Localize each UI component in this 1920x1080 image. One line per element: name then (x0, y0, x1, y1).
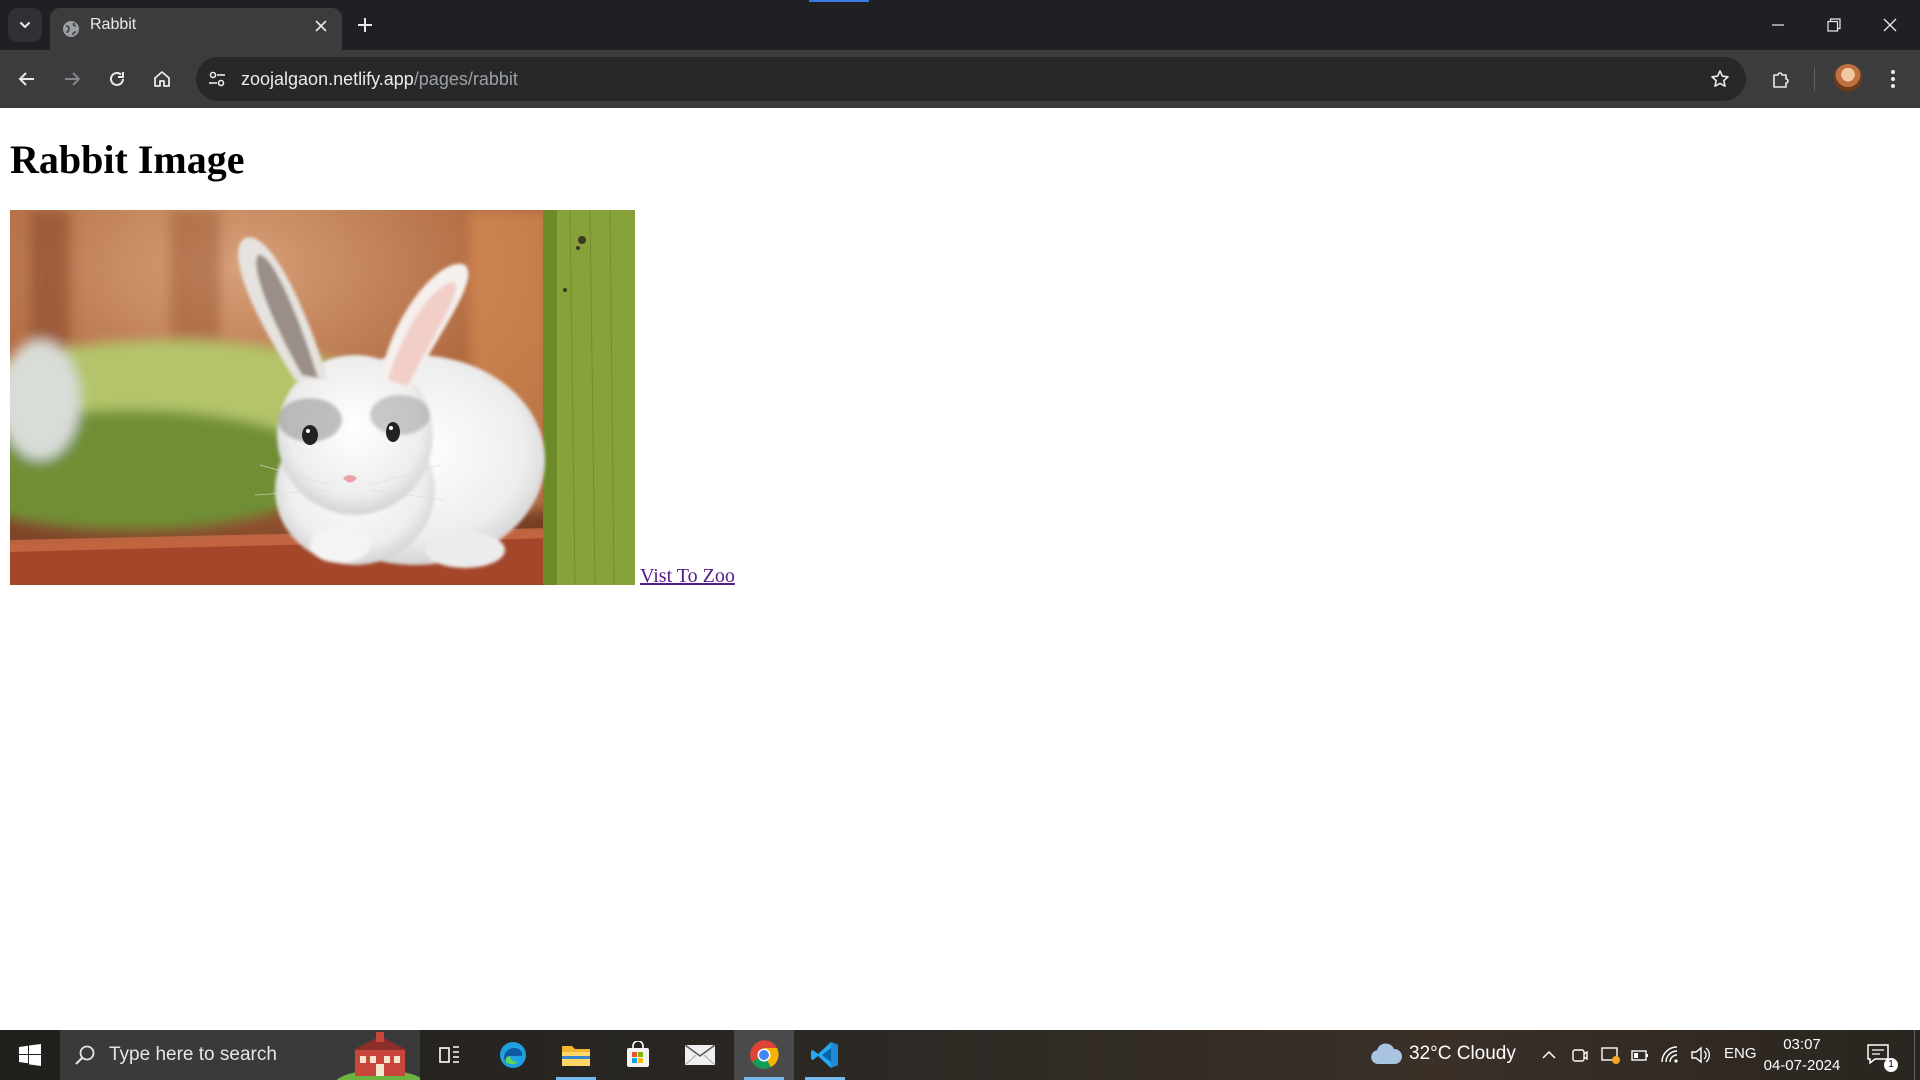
plus-icon (358, 18, 372, 32)
battery-icon[interactable] (1630, 1046, 1650, 1064)
close-icon (1883, 18, 1897, 32)
store-taskbar-button[interactable] (610, 1030, 666, 1080)
show-desktop-button[interactable] (1914, 1030, 1920, 1080)
chevron-down-icon (20, 22, 30, 28)
vscode-icon (811, 1042, 838, 1068)
cloud-icon (1371, 1043, 1402, 1064)
menu-button[interactable] (1875, 61, 1911, 97)
reload-button[interactable] (99, 61, 135, 97)
home-icon (154, 71, 170, 87)
visit-zoo-link[interactable]: Vist To Zoo (640, 565, 735, 588)
tab-title: Rabbit (90, 16, 137, 33)
task-view-button[interactable] (422, 1030, 478, 1080)
notification-badge: 1 (1884, 1058, 1898, 1072)
tune-icon (209, 71, 225, 87)
arrow-left-icon (18, 72, 34, 86)
tab-strip: Rabbit (0, 0, 1920, 50)
minimize-icon (1772, 24, 1784, 26)
toolbar-divider (1814, 67, 1815, 91)
globe-icon (63, 21, 79, 37)
windows-icon (19, 1044, 41, 1066)
page-content: Rabbit Image Vist To Zoo (0, 108, 1920, 1030)
wifi-icon[interactable] (1660, 1045, 1680, 1065)
vscode-taskbar-button[interactable] (797, 1030, 853, 1080)
mail-icon (684, 1044, 716, 1066)
back-button[interactable] (9, 61, 45, 97)
mail-taskbar-button[interactable] (672, 1030, 728, 1080)
page-title: Rabbit Image (10, 137, 245, 182)
show-hidden-icons-button[interactable] (1540, 1046, 1558, 1064)
store-icon (627, 1041, 649, 1067)
url-text: zoojalgaon.netlify.app/pages/rabbit (241, 57, 518, 101)
restore-icon (1827, 18, 1841, 32)
start-button[interactable] (0, 1030, 60, 1080)
close-icon (315, 20, 327, 32)
tab-close-button[interactable] (312, 17, 330, 35)
taskbar: Type here to search 32°C Cloudy ENG 03:0… (0, 1030, 1920, 1080)
site-info-button[interactable] (206, 68, 228, 90)
chrome-taskbar-button[interactable] (734, 1030, 794, 1080)
reload-icon (110, 71, 124, 86)
chrome-icon (750, 1040, 779, 1069)
taskbar-search-box[interactable]: Type here to search (60, 1030, 420, 1080)
arrow-right-icon (65, 72, 81, 86)
close-window-button[interactable] (1862, 0, 1918, 50)
minimize-button[interactable] (1750, 0, 1806, 50)
url-host: zoojalgaon.netlify.app (241, 69, 414, 89)
language-indicator[interactable]: ENG (1724, 1045, 1757, 1062)
loading-indicator (809, 0, 869, 2)
search-highlight-icon (336, 1032, 420, 1080)
star-icon (1711, 70, 1729, 87)
extensions-button[interactable] (1763, 61, 1799, 97)
chevron-up-icon (1542, 1050, 1556, 1059)
weather-widget[interactable] (1370, 1042, 1402, 1066)
new-tab-button[interactable] (352, 12, 378, 38)
forward-button[interactable] (54, 61, 90, 97)
bookmark-button[interactable] (1708, 67, 1732, 91)
clock-time: 03:07 (1783, 1036, 1821, 1053)
profile-avatar[interactable] (1834, 64, 1862, 92)
browser-toolbar: zoojalgaon.netlify.app/pages/rabbit (0, 50, 1920, 108)
restore-button[interactable] (1806, 0, 1862, 50)
search-placeholder: Type here to search (109, 1044, 277, 1065)
tab-rabbit[interactable]: Rabbit (50, 8, 342, 50)
rabbit-image (10, 210, 635, 585)
home-button[interactable] (144, 61, 180, 97)
task-view-icon (439, 1046, 459, 1063)
folder-icon (562, 1046, 590, 1066)
url-path: /pages/rabbit (413, 69, 518, 89)
address-bar[interactable]: zoojalgaon.netlify.app/pages/rabbit (196, 57, 1746, 101)
clock-date: 04-07-2024 (1763, 1057, 1841, 1074)
tab-search-button[interactable] (8, 8, 42, 42)
clock[interactable]: 03:07 04-07-2024 (1760, 1034, 1844, 1076)
edge-icon (500, 1042, 526, 1068)
meet-now-icon[interactable] (1571, 1046, 1589, 1064)
file-explorer-taskbar-button[interactable] (548, 1030, 604, 1080)
edge-taskbar-button[interactable] (485, 1030, 541, 1080)
weather-text[interactable]: 32°C Cloudy (1409, 1043, 1516, 1065)
puzzle-icon (1773, 72, 1789, 88)
security-icon[interactable] (1600, 1045, 1620, 1065)
search-icon (75, 1045, 95, 1065)
more-vert-icon (1891, 70, 1895, 88)
volume-icon[interactable] (1690, 1045, 1710, 1065)
